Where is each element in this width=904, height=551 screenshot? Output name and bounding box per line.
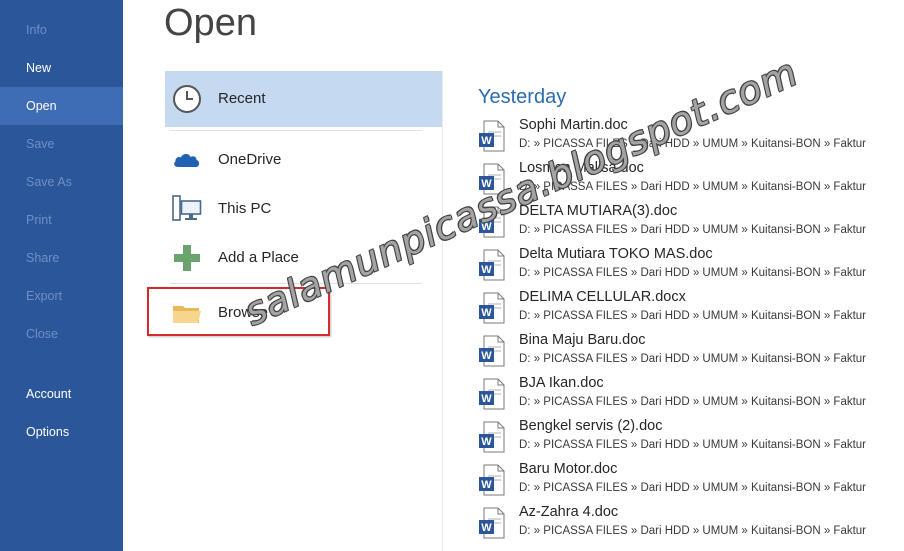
nav-options[interactable]: Options — [0, 413, 123, 451]
file-path: D: » PICASSA FILES » Dari HDD » UMUM » K… — [519, 181, 867, 193]
file-path: D: » PICASSA FILES » Dari HDD » UMUM » K… — [519, 310, 867, 322]
file-path: D: » PICASSA FILES » Dari HDD » UMUM » K… — [519, 439, 867, 451]
word-document-icon: W — [478, 163, 506, 195]
recent-file-item[interactable]: W BJA Ikan.doc D: » PICASSA FILES » Dari… — [476, 375, 896, 418]
recent-file-item[interactable]: W Sophi Martin.doc D: » PICASSA FILES » … — [476, 117, 896, 160]
panel-separator — [442, 71, 443, 551]
svg-text:W: W — [481, 479, 492, 491]
file-path: D: » PICASSA FILES » Dari HDD » UMUM » K… — [519, 525, 867, 537]
nav-account[interactable]: Account — [0, 375, 123, 413]
file-path: D: » PICASSA FILES » Dari HDD » UMUM » K… — [519, 396, 867, 408]
nav-info[interactable]: Info — [0, 11, 123, 49]
word-document-icon: W — [478, 464, 506, 496]
file-name: Losmen Malisa.doc — [519, 160, 644, 176]
word-document-icon: W — [478, 120, 506, 152]
file-name: Az-Zahra 4.doc — [519, 504, 619, 520]
divider — [170, 283, 422, 284]
word-document-icon: W — [478, 335, 506, 367]
place-label: Add a Place — [218, 249, 299, 266]
recent-file-item[interactable]: W Bengkel servis (2).doc D: » PICASSA FI… — [476, 418, 896, 461]
place-label: This PC — [218, 200, 272, 217]
nav-export[interactable]: Export — [0, 277, 123, 315]
word-document-icon: W — [478, 249, 506, 281]
divider — [170, 130, 422, 131]
svg-text:W: W — [481, 436, 492, 448]
file-name: DELTA MUTIARA(3).doc — [519, 203, 678, 219]
file-name: Baru Motor.doc — [519, 461, 618, 477]
recent-file-item[interactable]: W DELTA MUTIARA(3).doc D: » PICASSA FILE… — [476, 203, 896, 246]
nav-open[interactable]: Open — [0, 87, 123, 125]
svg-text:W: W — [481, 350, 492, 362]
file-name: Bina Maju Baru.doc — [519, 332, 646, 348]
file-path: D: » PICASSA FILES » Dari HDD » UMUM » K… — [519, 138, 867, 150]
file-path: D: » PICASSA FILES » Dari HDD » UMUM » K… — [519, 482, 867, 494]
clock-icon — [171, 83, 203, 115]
nav-save[interactable]: Save — [0, 125, 123, 163]
recent-file-item[interactable]: W Baru Motor.doc D: » PICASSA FILES » Da… — [476, 461, 896, 504]
recent-group-label: Yesterday — [478, 86, 567, 108]
word-document-icon: W — [478, 206, 506, 238]
nav-print[interactable]: Print — [0, 201, 123, 239]
word-document-icon: W — [478, 507, 506, 539]
place-add-a-place[interactable]: Add a Place — [165, 233, 442, 282]
svg-text:W: W — [481, 135, 492, 147]
word-document-icon: W — [478, 421, 506, 453]
svg-text:W: W — [481, 264, 492, 276]
file-path: D: » PICASSA FILES » Dari HDD » UMUM » K… — [519, 267, 867, 279]
place-this-pc[interactable]: This PC — [165, 184, 442, 233]
recent-file-item[interactable]: W DELIMA CELLULAR.docx D: » PICASSA FILE… — [476, 289, 896, 332]
recent-file-item[interactable]: W Losmen Malisa.doc D: » PICASSA FILES »… — [476, 160, 896, 203]
file-name: BJA Ikan.doc — [519, 375, 604, 391]
file-name: Bengkel servis (2).doc — [519, 418, 663, 434]
nav-share[interactable]: Share — [0, 239, 123, 277]
nav-close[interactable]: Close — [0, 315, 123, 353]
recent-file-item[interactable]: W Az-Zahra 4.doc D: » PICASSA FILES » Da… — [476, 504, 896, 547]
svg-text:W: W — [481, 178, 492, 190]
nav-save-as[interactable]: Save As — [0, 163, 123, 201]
svg-text:W: W — [481, 393, 492, 405]
place-label: Recent — [218, 90, 266, 107]
page-title: Open — [164, 2, 257, 44]
svg-text:W: W — [481, 307, 492, 319]
cloud-icon — [171, 144, 203, 176]
place-recent[interactable]: Recent — [165, 71, 442, 127]
svg-text:W: W — [481, 221, 492, 233]
nav-new[interactable]: New — [0, 49, 123, 87]
plus-icon — [171, 242, 203, 274]
file-path: D: » PICASSA FILES » Dari HDD » UMUM » K… — [519, 224, 867, 236]
place-onedrive[interactable]: OneDrive — [165, 135, 442, 184]
annotation-highlight-box — [147, 287, 330, 336]
file-name: DELIMA CELLULAR.docx — [519, 289, 686, 305]
recent-file-item[interactable]: W Bina Maju Baru.doc D: » PICASSA FILES … — [476, 332, 896, 375]
place-label: OneDrive — [218, 151, 282, 168]
file-name: Delta Mutiara TOKO MAS.doc — [519, 246, 713, 262]
svg-text:W: W — [481, 522, 492, 534]
word-document-icon: W — [478, 292, 506, 324]
file-path: D: » PICASSA FILES » Dari HDD » UMUM » K… — [519, 353, 867, 365]
word-document-icon: W — [478, 378, 506, 410]
file-name: Sophi Martin.doc — [519, 117, 628, 133]
computer-icon — [171, 193, 203, 225]
recent-file-item[interactable]: W Delta Mutiara TOKO MAS.doc D: » PICASS… — [476, 246, 896, 289]
backstage-sidebar: Info New Open Save Save As Print Share E… — [0, 0, 123, 551]
